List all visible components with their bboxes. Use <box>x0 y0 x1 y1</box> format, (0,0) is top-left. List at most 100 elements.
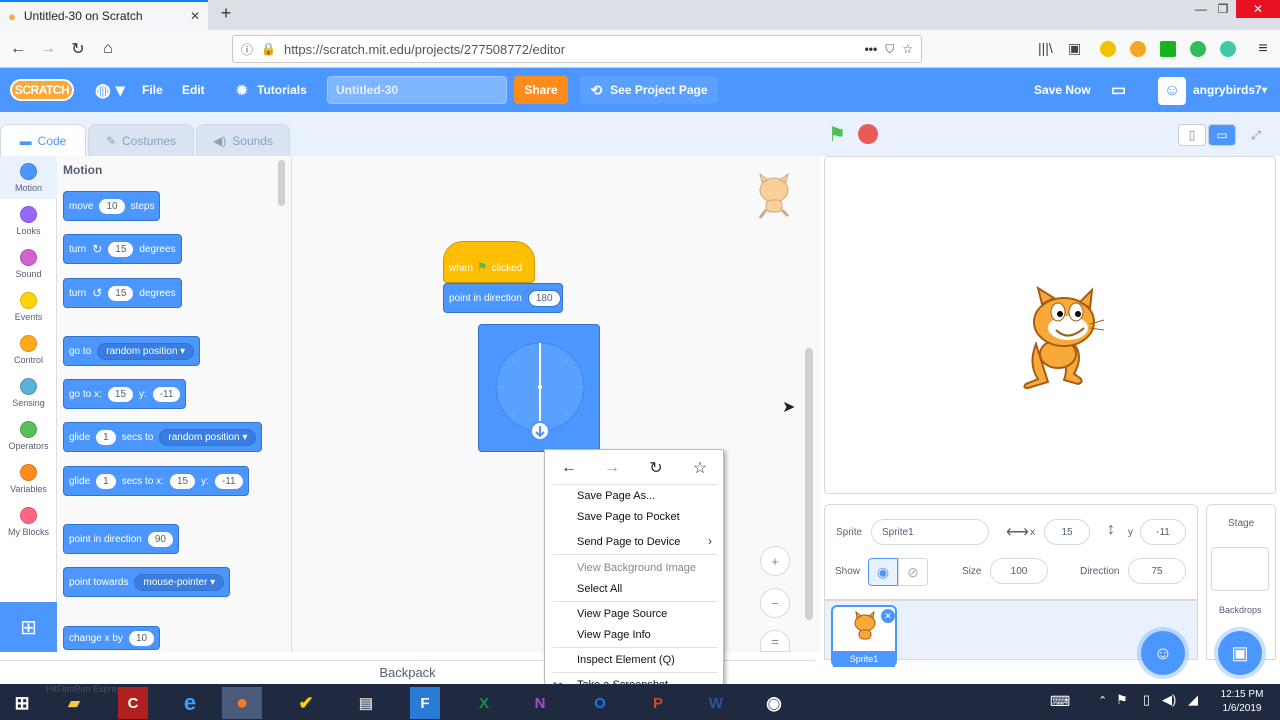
category-motion[interactable]: Motion <box>0 156 57 199</box>
keyboard-icon[interactable]: ⌨ <box>1050 693 1070 710</box>
block-point-direction[interactable]: point in direction 90 <box>63 524 179 554</box>
url-text[interactable]: https://scratch.mit.edu/projects/2775087… <box>284 42 857 57</box>
tab-sounds[interactable]: ◀) Sounds <box>196 124 290 156</box>
large-stage-button[interactable]: ▭ <box>1208 124 1236 146</box>
norton-check-icon[interactable]: ✔ <box>286 687 326 719</box>
menu-item-save-page-as[interactable]: Save Page As... <box>577 490 655 502</box>
reload-icon[interactable]: ↻ <box>65 36 91 62</box>
back-arrow-icon[interactable]: ← <box>5 36 31 62</box>
menu-item-select-all[interactable]: Select All <box>577 583 622 595</box>
file-menu[interactable]: File <box>142 68 163 112</box>
file-explorer-icon[interactable]: ▰ <box>54 687 94 719</box>
tab-costumes[interactable]: ✎ Costumes <box>88 124 194 156</box>
stage-thumbnail[interactable] <box>1211 547 1269 591</box>
flag-icon[interactable]: ⚑ <box>1116 692 1128 708</box>
tray-chevron-icon[interactable]: ⌃ <box>1098 694 1107 707</box>
tutorials-button[interactable]: Tutorials <box>257 68 307 112</box>
pocket-icon[interactable]: ⛉ <box>885 42 894 57</box>
volume-icon[interactable]: ◀) <box>1162 692 1176 708</box>
add-extension-button[interactable]: ⊞ <box>0 602 57 652</box>
language-globe-icon[interactable]: ◍ ▾ <box>95 68 125 112</box>
onenote-icon[interactable]: N <box>520 687 560 719</box>
category-sensing[interactable]: Sensing <box>0 371 57 414</box>
when-flag-clicked-block[interactable]: when ⚑ clicked <box>443 241 535 283</box>
project-title-input[interactable] <box>327 76 507 104</box>
block-go-to[interactable]: go to random position ▾ <box>63 336 201 366</box>
tab-code[interactable]: ▬ Code <box>0 124 86 156</box>
maximize-button[interactable]: ❐ <box>1210 0 1236 18</box>
menu-item-view-page-info[interactable]: View Page Info <box>577 629 651 641</box>
image-viewer-icon[interactable]: ▤ <box>346 687 386 719</box>
add-sprite-button[interactable]: ☺ <box>1141 631 1185 675</box>
firefox-icon[interactable]: ● <box>222 687 262 719</box>
menu-item-inspect-element[interactable]: Inspect Element (Q) <box>577 654 675 666</box>
forward-arrow-icon[interactable]: → <box>600 458 624 478</box>
block-input[interactable]: 15 <box>169 473 196 489</box>
zoom-out-button[interactable]: − <box>760 588 790 618</box>
block-input[interactable]: 1 <box>96 473 116 489</box>
category-my-blocks[interactable]: My Blocks <box>0 500 57 543</box>
word-icon[interactable]: W <box>696 687 736 719</box>
wifi-icon[interactable]: ◢ <box>1188 692 1198 708</box>
block-input[interactable]: 10 <box>99 198 125 214</box>
bookmark-star-icon[interactable]: ☆ <box>688 458 712 478</box>
sprite-name-input[interactable] <box>871 519 989 545</box>
show-visible-button[interactable]: ◉ <box>868 558 898 586</box>
fullscreen-icon[interactable]: ⤢ <box>1242 124 1270 146</box>
more-actions-icon[interactable]: ••• <box>865 42 878 56</box>
block-input[interactable]: 15 <box>108 241 134 257</box>
obs-icon[interactable]: ◉ <box>754 687 794 719</box>
extension-3-icon[interactable] <box>1160 41 1176 57</box>
clock[interactable]: 12:15 PM 1/6/2019 <box>1212 688 1272 718</box>
reload-icon[interactable]: ↻ <box>644 458 668 478</box>
block-input[interactable]: 10 <box>128 630 155 646</box>
home-icon[interactable]: ⌂ <box>95 36 121 62</box>
green-flag-icon[interactable]: ⚑ <box>828 122 846 147</box>
small-stage-button[interactable]: ▯ <box>1178 124 1206 146</box>
battery-icon[interactable]: ▯ <box>1143 692 1150 708</box>
scratch-logo[interactable]: SCRATCH <box>10 79 74 101</box>
cat-sprite-icon[interactable] <box>1018 284 1108 394</box>
point-in-direction-block[interactable]: point in direction 180 <box>443 283 563 313</box>
outlook-icon[interactable]: O <box>580 687 620 719</box>
category-events[interactable]: Events <box>0 285 57 328</box>
address-bar[interactable]: ⓘ 🔒 https://scratch.mit.edu/projects/277… <box>232 35 922 63</box>
close-window-button[interactable]: ✕ <box>1236 0 1280 18</box>
app-c-icon[interactable]: C <box>118 687 148 719</box>
browser-tab[interactable]: ● Untitled-30 on Scratch ✕ <box>0 0 208 30</box>
app-f-icon[interactable]: F <box>410 687 440 719</box>
x-position-input[interactable]: 15 <box>1044 519 1090 545</box>
excel-icon[interactable]: X <box>464 687 504 719</box>
back-arrow-icon[interactable]: ← <box>557 458 581 478</box>
block-glide-to[interactable]: glide 1 secs to random position ▾ <box>63 422 263 452</box>
zoom-reset-button[interactable]: = <box>760 630 790 652</box>
info-icon[interactable]: ⓘ <box>241 41 253 58</box>
size-input[interactable]: 100 <box>990 558 1048 584</box>
show-hidden-button[interactable]: ⊘ <box>898 558 928 586</box>
block-input[interactable]: 1 <box>96 429 116 445</box>
block-input[interactable]: 15 <box>108 285 134 301</box>
extension-4-icon[interactable] <box>1190 41 1206 57</box>
block-dropdown[interactable]: mouse-pointer ▾ <box>134 573 225 591</box>
edit-menu[interactable]: Edit <box>182 68 205 112</box>
direction-dial[interactable] <box>479 318 601 453</box>
internet-explorer-icon[interactable]: e <box>170 687 210 719</box>
category-sound[interactable]: Sound <box>0 242 57 285</box>
palette-scrollbar[interactable] <box>278 160 285 206</box>
account-dropdown-icon[interactable]: ▾ <box>1262 68 1267 112</box>
extension-1-icon[interactable] <box>1100 41 1116 57</box>
block-change-x[interactable]: change x by 10 <box>63 626 161 650</box>
powerpoint-icon[interactable]: P <box>638 687 678 719</box>
y-position-input[interactable]: -11 <box>1140 519 1186 545</box>
block-input[interactable]: -11 <box>152 386 181 402</box>
extension-5-icon[interactable] <box>1220 41 1236 57</box>
category-operators[interactable]: Operators <box>0 414 57 457</box>
block-dropdown[interactable]: random position ▾ <box>159 428 257 446</box>
sprite-tile[interactable]: ✕ Sprite1 <box>831 605 897 667</box>
block-input[interactable]: 15 <box>107 386 133 402</box>
block-turn-right[interactable]: turn ↻ 15 degrees <box>63 234 182 264</box>
menu-item-send-to-device[interactable]: Send Page to Device <box>577 536 680 548</box>
forward-arrow-icon[interactable]: → <box>35 36 61 62</box>
block-point-towards[interactable]: point towards mouse-pointer ▾ <box>63 567 231 597</box>
new-tab-button[interactable]: + <box>216 3 236 27</box>
